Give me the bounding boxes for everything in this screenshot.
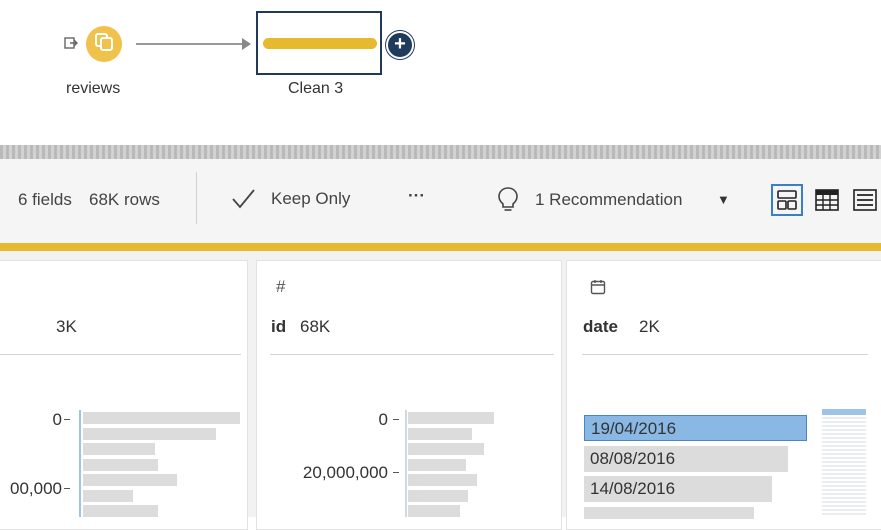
rows-count: 68K rows xyxy=(89,190,160,209)
toolbar-separator xyxy=(196,172,197,224)
id-field-count: 68K xyxy=(300,317,331,336)
input-node-reviews[interactable] xyxy=(86,26,122,62)
date-value-item[interactable]: 19/04/2016 xyxy=(584,415,807,441)
recommendation-dropdown-icon[interactable]: ▼ xyxy=(717,192,730,207)
date-value-item[interactable]: 08/08/2016 xyxy=(584,446,788,472)
date-overview-thumb[interactable] xyxy=(822,409,866,415)
date-divider xyxy=(582,354,868,355)
step-accent-rule xyxy=(0,243,881,251)
col1-count: 3K xyxy=(56,317,77,336)
list-view-icon xyxy=(853,189,877,211)
input-node-label: reviews xyxy=(66,80,121,97)
input-arrow-icon xyxy=(64,36,78,50)
date-value-item-partial[interactable] xyxy=(584,507,754,519)
add-step-button[interactable]: + xyxy=(386,31,414,59)
date-field-count: 2K xyxy=(639,317,660,336)
id-histogram-bar[interactable] xyxy=(408,427,472,440)
id-tick-mark-1 xyxy=(393,472,399,473)
col1-tick-1: 00,000 xyxy=(10,479,62,498)
flow-connector xyxy=(136,43,246,45)
profile-view-button[interactable] xyxy=(771,184,803,216)
table-view-icon xyxy=(815,189,839,211)
col1-histogram-bar[interactable] xyxy=(83,427,216,440)
clean-node-label: Clean 3 xyxy=(288,80,344,97)
col1-histogram-bar[interactable] xyxy=(83,458,158,471)
date-value-item[interactable]: 14/08/2016 xyxy=(584,476,772,502)
col1-histogram-bar[interactable] xyxy=(83,489,133,502)
id-tick-mark-0 xyxy=(393,419,399,420)
table-view-button[interactable] xyxy=(811,184,843,216)
col1-histogram-bar[interactable] xyxy=(83,474,177,486)
id-divider xyxy=(270,354,554,355)
list-view-button[interactable] xyxy=(849,184,881,216)
col1-divider xyxy=(0,354,241,355)
lightbulb-icon xyxy=(497,186,519,214)
id-histogram-bar[interactable] xyxy=(408,489,468,502)
input-node-icon xyxy=(93,31,115,58)
connector-arrowhead xyxy=(242,38,251,50)
col1-axis xyxy=(79,410,81,517)
fields-count: 6 fields xyxy=(18,190,72,209)
more-options-button[interactable]: ··· xyxy=(408,186,425,206)
keep-only-button[interactable]: Keep Only xyxy=(271,189,350,209)
recommendation-button[interactable]: 1 Recommendation xyxy=(535,190,682,210)
id-histogram-bar[interactable] xyxy=(408,458,466,471)
col1-histogram-bar[interactable] xyxy=(83,443,155,455)
profile-view-icon xyxy=(777,190,797,210)
col1-histogram-bar[interactable] xyxy=(83,412,240,424)
id-tick-0: 0 xyxy=(378,410,388,429)
number-type-icon: # xyxy=(276,277,286,296)
calendar-icon xyxy=(590,279,606,295)
id-histogram-bar[interactable] xyxy=(408,474,477,486)
date-overview-scrollbar[interactable] xyxy=(822,409,866,517)
id-tick-1: 20,000,000 xyxy=(302,463,388,482)
checkmark-icon xyxy=(230,186,256,212)
id-axis xyxy=(405,410,407,517)
col1-histogram-bar[interactable] xyxy=(83,505,158,517)
flow-pane xyxy=(0,0,881,145)
id-field-name: id xyxy=(271,317,287,336)
clean-step-bar xyxy=(263,38,377,49)
id-histogram-bar[interactable] xyxy=(408,505,460,517)
date-field-name: date xyxy=(583,317,618,336)
id-histogram-bar[interactable] xyxy=(408,443,484,455)
col1-tick-mark-0 xyxy=(64,419,70,420)
id-histogram-bar[interactable] xyxy=(408,412,494,424)
col1-tick-0: 0 xyxy=(52,410,62,429)
col1-tick-mark-1 xyxy=(64,488,70,489)
pane-splitter[interactable] xyxy=(0,145,881,159)
